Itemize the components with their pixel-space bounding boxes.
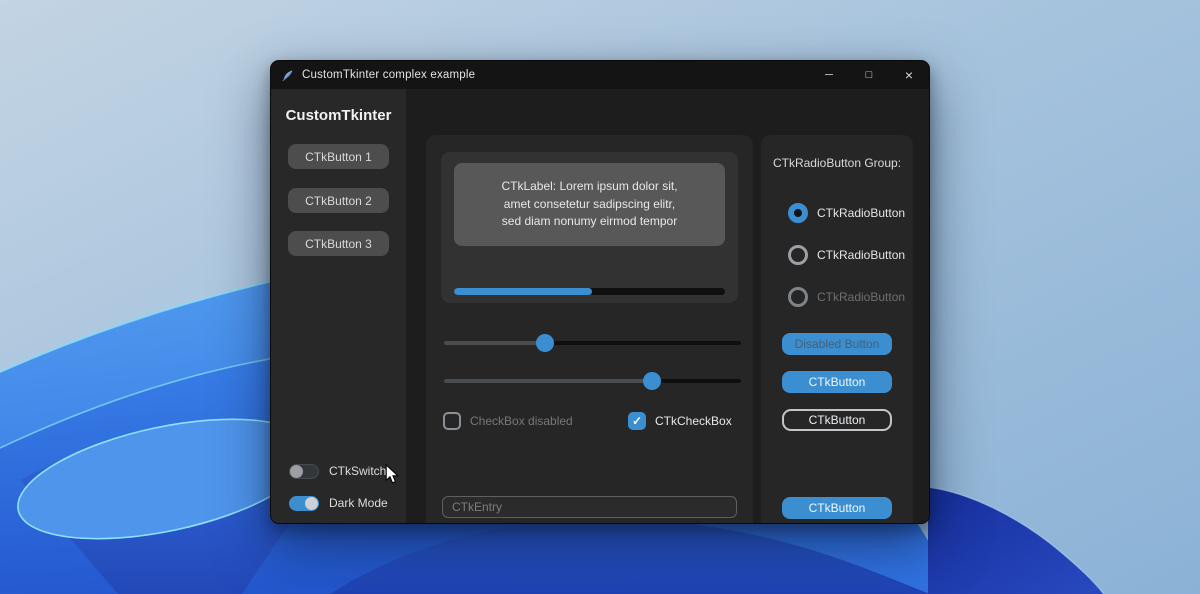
window-controls: ─ □ ×	[809, 61, 929, 89]
slider-track	[444, 379, 741, 383]
app-window: CustomTkinter complex example ─ □ × Cust…	[270, 60, 930, 524]
minimize-icon: ─	[825, 69, 833, 81]
ctk-checkbox[interactable]: ✓	[628, 412, 646, 430]
radio-label: CTkRadioButton	[817, 248, 905, 262]
sidebar-button-3[interactable]: CTkButton 3	[288, 231, 389, 256]
switch-label: CTkSwitch	[329, 464, 386, 478]
checkbox-disabled-row: ✓ CheckBox disabled	[443, 411, 573, 431]
radio-group-title: CTkRadioButton Group:	[761, 135, 913, 170]
sidebar: CustomTkinter CTkButton 1 CTkButton 2 CT…	[271, 89, 406, 523]
checkbox-label: CTkCheckBox	[655, 414, 732, 428]
maximize-icon: □	[866, 69, 873, 81]
radio-row-3[interactable]: CTkRadioButton	[788, 287, 905, 307]
slider-fill	[444, 341, 545, 345]
ctk-switch-row: CTkSwitch	[289, 463, 386, 479]
minimize-button[interactable]: ─	[809, 61, 849, 89]
ctk-button-bottom[interactable]: CTkButton	[782, 497, 892, 519]
ctk-button-outline[interactable]: CTkButton	[782, 409, 892, 431]
radio-button-icon[interactable]	[788, 245, 808, 265]
slider-track	[444, 341, 741, 345]
ctk-checkbox-row: ✓ CTkCheckBox	[628, 411, 732, 431]
check-icon: ✓	[632, 415, 642, 427]
switch-knob	[305, 497, 318, 510]
ctk-button-primary[interactable]: CTkButton	[782, 371, 892, 393]
ctk-switch-toggle[interactable]	[289, 464, 319, 479]
radio-row-2[interactable]: CTkRadioButton	[788, 245, 905, 265]
radio-label: CTkRadioButton	[817, 206, 905, 220]
radio-row-1[interactable]: CTkRadioButton	[788, 203, 905, 223]
radio-panel: CTkRadioButton Group: CTkRadioButton CTk…	[761, 135, 913, 524]
slider-fill	[444, 379, 652, 383]
slider-knob[interactable]	[536, 334, 554, 352]
dark-mode-switch-row: Dark Mode	[289, 495, 388, 511]
progress-bar	[454, 288, 725, 295]
switch-knob	[290, 465, 303, 478]
radio-button-icon[interactable]	[788, 287, 808, 307]
close-button[interactable]: ×	[889, 61, 929, 89]
close-icon: ×	[905, 67, 913, 83]
radio-label: CTkRadioButton	[817, 290, 905, 304]
dark-mode-toggle[interactable]	[289, 496, 319, 511]
info-frame: CTkLabel: Lorem ipsum dolor sit, amet co…	[441, 152, 738, 303]
maximize-button[interactable]: □	[849, 61, 889, 89]
checkbox-label: CheckBox disabled	[470, 414, 573, 428]
switch-label: Dark Mode	[329, 496, 388, 510]
mouse-cursor	[385, 464, 399, 485]
titlebar: CustomTkinter complex example ─ □ ×	[271, 61, 929, 89]
sidebar-button-1[interactable]: CTkButton 1	[288, 144, 389, 169]
ctk-entry-input[interactable]	[442, 496, 737, 518]
slider-1[interactable]	[444, 334, 741, 352]
sidebar-title: CustomTkinter	[271, 89, 406, 124]
feather-app-icon	[281, 69, 294, 82]
disabled-button[interactable]: Disabled Button	[782, 333, 892, 355]
slider-knob[interactable]	[643, 372, 661, 390]
checkbox-disabled[interactable]: ✓	[443, 412, 461, 430]
sidebar-button-2[interactable]: CTkButton 2	[288, 188, 389, 213]
main-frame: CTkLabel: Lorem ipsum dolor sit, amet co…	[426, 135, 753, 524]
window-title: CustomTkinter complex example	[302, 69, 475, 81]
slider-2[interactable]	[444, 372, 741, 390]
progress-bar-fill	[454, 288, 592, 295]
info-label: CTkLabel: Lorem ipsum dolor sit, amet co…	[454, 163, 725, 246]
window-content: CustomTkinter CTkButton 1 CTkButton 2 CT…	[271, 89, 929, 523]
radio-button-icon[interactable]	[788, 203, 808, 223]
